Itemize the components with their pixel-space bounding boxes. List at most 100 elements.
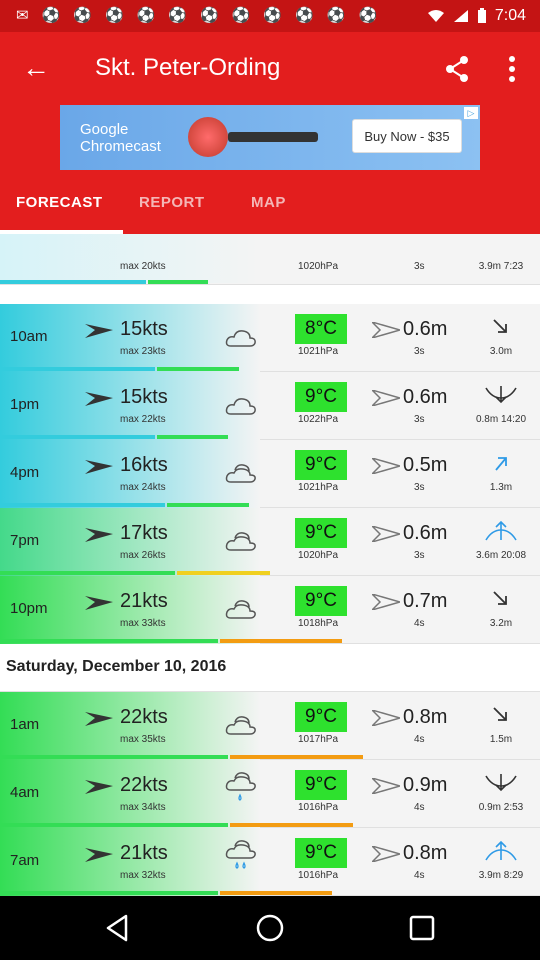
wind-speed: 15kts <box>120 386 168 408</box>
temperature-badge: 8°C <box>295 314 347 344</box>
more-options-icon[interactable] <box>500 52 524 86</box>
wave-height: 0.8m <box>403 842 448 864</box>
share-icon[interactable] <box>440 52 474 86</box>
wind-speed: 17kts <box>120 522 168 544</box>
table-row[interactable]: 7am 21kts max 32kts 9°C 1016hPa 0.8m 4s … <box>0 828 540 896</box>
wind-bar <box>0 503 165 507</box>
battery-icon <box>477 8 486 23</box>
row-time: 1pm <box>10 396 40 413</box>
ad-info-icon[interactable]: ▷ <box>464 107 478 119</box>
tide-value: 0.9m 2:53 <box>478 802 524 813</box>
wind-direction-icon <box>85 392 113 406</box>
wave-height: 0.9m <box>403 774 448 796</box>
cable-image <box>228 132 318 142</box>
wave-height: 0.7m <box>403 590 448 612</box>
pressure: 1020hPa <box>298 550 339 561</box>
wind-max: max 23kts <box>120 346 166 357</box>
tide-value: 3.9m 8:29 <box>478 870 524 881</box>
pressure: 1020hPa <box>298 261 339 272</box>
row-time: 4am <box>10 784 40 801</box>
back-nav-icon[interactable] <box>102 912 134 944</box>
clouds-icon <box>225 716 256 735</box>
weather-bar <box>230 755 363 759</box>
row-time: 10am <box>10 328 48 345</box>
table-row[interactable]: 7pm 17kts max 26kts 9°C 1020hPa 0.6m 3s … <box>0 508 540 576</box>
wifi-icon <box>427 10 444 22</box>
tide-value: 3.9m 7:23 <box>478 261 524 272</box>
back-arrow-icon[interactable]: ← <box>22 54 50 82</box>
weather-bar <box>220 639 342 643</box>
forecast-list[interactable]: max 20kts 1020hPa 3s 3.9m 7:23 10am 15kt… <box>0 234 540 896</box>
tide-falling-icon <box>493 591 507 605</box>
wind-max: max 33kts <box>120 618 166 629</box>
wave-period: 4s <box>414 734 425 745</box>
tide-value: 1.3m <box>489 482 513 493</box>
wind-bar <box>0 435 155 439</box>
ad-buy-button[interactable]: Buy Now - $35 <box>352 119 462 153</box>
temperature-badge: 9°C <box>295 450 347 480</box>
status-right: 7:04 <box>427 7 526 25</box>
table-row[interactable]: 1pm 15kts max 22kts 9°C 1022hPa 0.6m 3s … <box>0 372 540 440</box>
wave-period: 3s <box>414 414 425 425</box>
tide-value: 3.0m <box>489 346 513 357</box>
tab-forecast[interactable]: FORECAST <box>16 194 103 211</box>
pressure: 1017hPa <box>298 734 339 745</box>
date-label: Saturday, December 10, 2016 <box>6 658 227 675</box>
pressure: 1016hPa <box>298 870 339 881</box>
status-time: 7:04 <box>494 7 526 24</box>
soccer-ball-icon: ⚽ <box>231 7 251 24</box>
wind-max: max 35kts <box>120 734 166 745</box>
tab-bar: FORECAST REPORT MAP <box>0 182 540 234</box>
ad-banner[interactable]: Google Chromecast Buy Now - $35 ▷ <box>60 105 480 170</box>
wind-speed: 16kts <box>120 454 168 476</box>
home-nav-icon[interactable] <box>254 912 286 944</box>
tide-high-icon <box>485 840 517 861</box>
wind-bar <box>0 367 155 371</box>
soccer-ball-icon: ⚽ <box>73 7 92 24</box>
soccer-ball-icon: ⚽ <box>326 7 346 24</box>
rain-icon <box>225 840 256 869</box>
soccer-ball-icon: ⚽ <box>136 7 156 24</box>
wave-direction-icon <box>372 322 400 338</box>
wave-height: 0.8m <box>403 706 448 728</box>
chromecast-image <box>188 117 228 157</box>
tide-value: 1.5m <box>489 734 513 745</box>
tab-report[interactable]: REPORT <box>139 194 205 211</box>
temperature-badge: 9°C <box>295 838 347 868</box>
table-row[interactable]: 10am 15kts max 23kts 8°C 1021hPa 0.6m 3s… <box>0 304 540 372</box>
soccer-ball-icon: ⚽ <box>295 7 314 24</box>
wave-period: 3s <box>414 261 425 272</box>
weather-bar <box>230 823 353 827</box>
table-row[interactable]: 1am 22kts max 35kts 9°C 1017hPa 0.8m 4s … <box>0 692 540 760</box>
wind-speed: 21kts <box>120 842 168 864</box>
table-row[interactable]: 10pm 21kts max 33kts 9°C 1018hPa 0.7m 4s… <box>0 576 540 644</box>
wave-period: 4s <box>414 618 425 629</box>
soccer-ball-icon: ⚽ <box>200 7 219 24</box>
tab-map[interactable]: MAP <box>251 194 286 211</box>
wind-direction-icon <box>85 780 113 794</box>
pressure: 1022hPa <box>298 414 339 425</box>
table-row[interactable]: 4pm 16kts max 24kts 9°C 1021hPa 0.5m 3s … <box>0 440 540 508</box>
date-header: Saturday, December 10, 2016 <box>0 644 540 692</box>
status-bar: ✉ ⚽ ⚽ ⚽ ⚽ ⚽ ⚽ ⚽ ⚽ ⚽ ⚽ ⚽ 7:04 <box>0 0 540 32</box>
row-time: 7am <box>10 852 40 869</box>
tide-falling-icon <box>493 319 507 333</box>
temperature-badge: 9°C <box>295 770 347 800</box>
wind-bar <box>0 571 175 575</box>
wind-direction-icon <box>85 528 113 542</box>
tide-rising-icon <box>495 457 507 471</box>
signal-icon <box>453 10 468 22</box>
recents-nav-icon[interactable] <box>406 912 438 944</box>
light-rain-icon <box>225 772 256 801</box>
temperature-badge: 9°C <box>295 702 347 732</box>
cloud-icon <box>225 330 256 347</box>
pressure: 1021hPa <box>298 346 339 357</box>
notification-icon: ✉ <box>16 7 29 24</box>
wave-height: 0.5m <box>403 454 448 476</box>
wind-speed: 22kts <box>120 706 168 728</box>
table-row[interactable]: 4am 22kts max 34kts 9°C 1016hPa 0.9m 4s … <box>0 760 540 828</box>
wind-bar <box>0 823 228 827</box>
row-time: 4pm <box>10 464 40 481</box>
notification-icons: ✉ ⚽ ⚽ ⚽ ⚽ ⚽ ⚽ ⚽ ⚽ ⚽ ⚽ ⚽ <box>16 8 377 24</box>
soccer-ball-icon: ⚽ <box>41 7 61 24</box>
